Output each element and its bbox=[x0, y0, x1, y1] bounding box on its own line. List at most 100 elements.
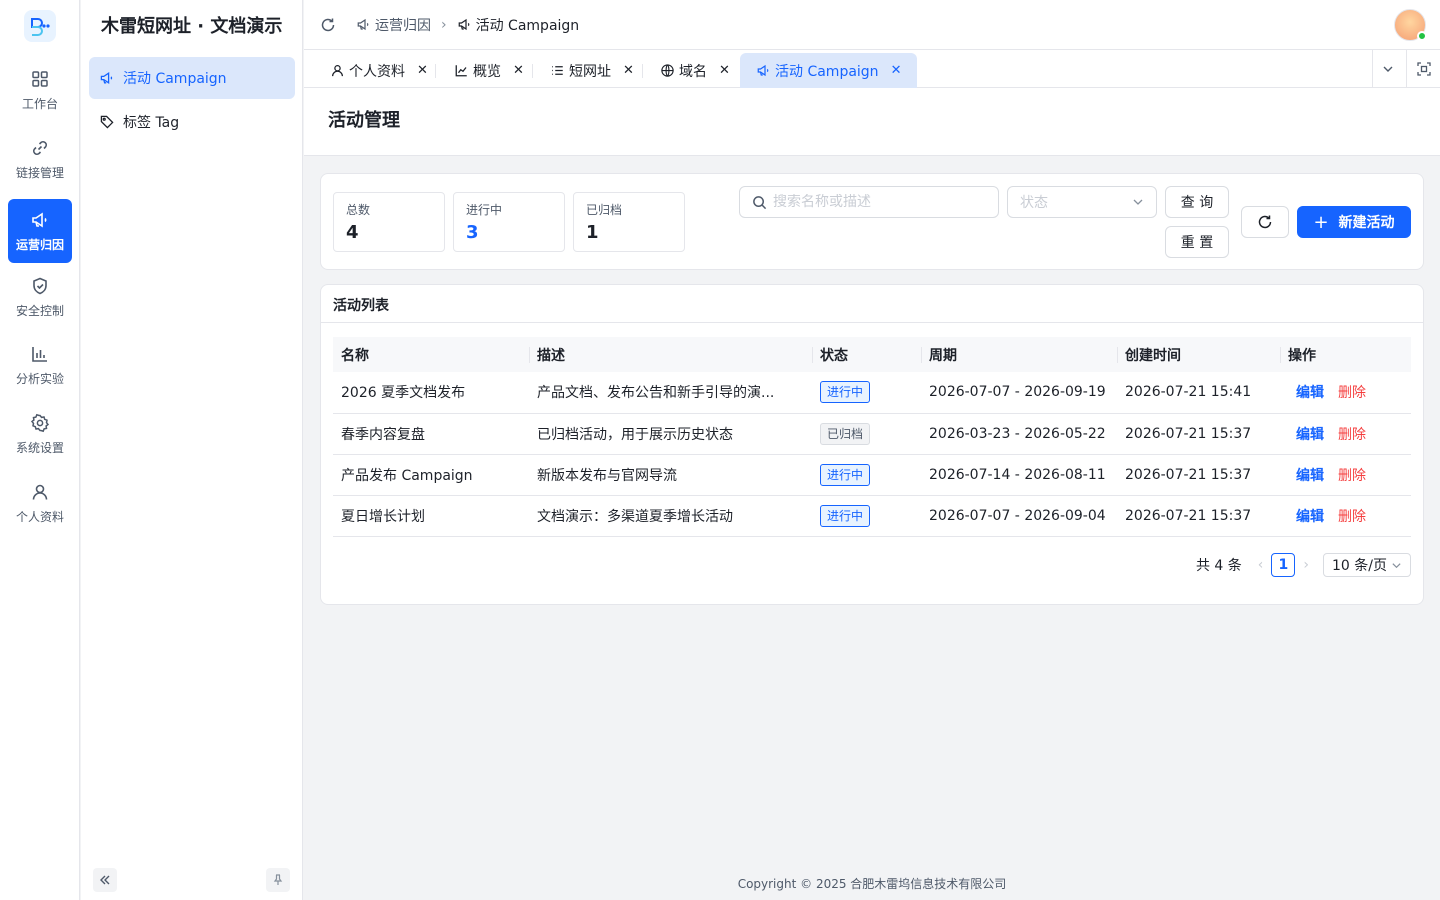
rail-item-settings[interactable]: 系统设置 bbox=[8, 402, 72, 466]
pagination-total: 共 4 条 bbox=[1195, 558, 1242, 574]
status-badge: 已归档 bbox=[820, 422, 871, 445]
table-row[interactable]: 夏日增长计划 文档演示：多渠道夏季增长活动 进行中 2026-07-07 - 2… bbox=[333, 495, 1411, 537]
megaphone-icon bbox=[458, 18, 469, 31]
column-header: 名称 bbox=[333, 337, 529, 372]
online-status-dot bbox=[1417, 31, 1427, 41]
cell-actions: 编辑 删除 bbox=[1280, 372, 1411, 414]
search-input[interactable] bbox=[773, 194, 983, 210]
refresh-list-button[interactable] bbox=[1241, 206, 1289, 238]
rail-item-label: 工作台 bbox=[21, 96, 58, 111]
tab-overview[interactable]: 概览 ✕ bbox=[438, 53, 540, 88]
table-row[interactable]: 春季内容复盘 已归档活动，用于展示历史状态 已归档 2026-03-23 - 2… bbox=[333, 413, 1411, 455]
list-icon bbox=[552, 66, 563, 75]
rail-item-attribution[interactable]: 运营归因 bbox=[8, 199, 72, 263]
stats-filter-card: 总数 4 进行中 3 已归档 1 状态 查 询 重 置 + 新建活动 bbox=[320, 173, 1424, 270]
submenu-item-tag[interactable]: 标签 Tag bbox=[89, 101, 295, 143]
fullscreen-button[interactable] bbox=[1406, 50, 1440, 88]
delete-button[interactable]: 删除 bbox=[1338, 385, 1366, 401]
table-header-row: 名称 描述 状态 周期 创建时间 操作 bbox=[333, 337, 1411, 372]
app-logo[interactable] bbox=[24, 10, 56, 42]
avatar[interactable] bbox=[1394, 9, 1427, 41]
cell-name: 产品发布 Campaign bbox=[333, 454, 529, 496]
table-row[interactable]: 产品发布 Campaign 新版本发布与官网导流 进行中 2026-07-14 … bbox=[333, 454, 1411, 496]
collapse-sidebar-button[interactable] bbox=[93, 868, 117, 892]
delete-button[interactable]: 删除 bbox=[1338, 427, 1366, 443]
rail-item-profile[interactable]: 个人资料 bbox=[8, 471, 72, 535]
tab-campaign[interactable]: 活动 Campaign ✕ bbox=[740, 53, 918, 88]
stat-label: 进行中 bbox=[466, 203, 503, 217]
submenu-item-label: 标签 Tag bbox=[123, 115, 180, 131]
tab-domains[interactable]: 域名 ✕ bbox=[644, 53, 746, 88]
stat-total: 总数 4 bbox=[333, 192, 445, 252]
tab-label: 个人资料 bbox=[349, 63, 405, 80]
status-select-placeholder: 状态 bbox=[1020, 195, 1048, 211]
megaphone-icon bbox=[32, 212, 47, 227]
fullscreen-icon bbox=[1416, 62, 1431, 76]
user-icon bbox=[331, 64, 344, 77]
rail-item-workbench[interactable]: 工作台 bbox=[8, 58, 72, 122]
close-icon[interactable]: ✕ bbox=[891, 63, 902, 78]
edit-button[interactable]: 编辑 bbox=[1296, 427, 1324, 443]
megaphone-icon bbox=[100, 72, 113, 84]
stat-value: 4 bbox=[346, 222, 359, 243]
chevron-down-icon bbox=[1392, 562, 1401, 568]
rail-item-analytics[interactable]: 分析实验 bbox=[8, 333, 72, 397]
close-icon[interactable]: ✕ bbox=[417, 63, 428, 78]
reset-button[interactable]: 重 置 bbox=[1165, 226, 1229, 258]
cell-actions: 编辑 删除 bbox=[1280, 454, 1411, 496]
page-size-select[interactable]: 10 条/页 bbox=[1323, 553, 1411, 577]
delete-button[interactable]: 删除 bbox=[1338, 509, 1366, 525]
edit-button[interactable]: 编辑 bbox=[1296, 509, 1324, 525]
tabs-more-button[interactable] bbox=[1372, 50, 1402, 88]
list-title: 活动列表 bbox=[333, 298, 389, 314]
edit-button[interactable]: 编辑 bbox=[1296, 468, 1324, 484]
tag-icon bbox=[100, 115, 114, 129]
cell-name: 春季内容复盘 bbox=[333, 413, 529, 455]
page-header: 活动管理 bbox=[304, 88, 1440, 156]
cell-period: 2026-03-23 - 2026-05-22 bbox=[921, 413, 1117, 455]
delete-button[interactable]: 删除 bbox=[1338, 468, 1366, 484]
cell-period: 2026-07-07 - 2026-09-04 bbox=[921, 495, 1117, 537]
refresh-icon[interactable] bbox=[320, 17, 336, 33]
stat-value: 3 bbox=[466, 222, 479, 243]
edit-button[interactable]: 编辑 bbox=[1296, 385, 1324, 401]
logo-icon bbox=[31, 18, 50, 36]
prev-page-icon[interactable]: ‹ bbox=[1258, 557, 1264, 573]
close-icon[interactable]: ✕ bbox=[513, 63, 524, 78]
submenu-item-label: 活动 Campaign bbox=[123, 71, 227, 87]
tab-label: 短网址 bbox=[569, 63, 611, 80]
tab-label: 域名 bbox=[679, 63, 707, 80]
gear-icon bbox=[30, 413, 50, 432]
breadcrumb-separator: › bbox=[441, 16, 447, 33]
rail-item-security[interactable]: 安全控制 bbox=[8, 265, 72, 329]
query-button[interactable]: 查 询 bbox=[1165, 186, 1229, 218]
column-header: 创建时间 bbox=[1117, 337, 1280, 372]
rail-item-links[interactable]: 链接管理 bbox=[8, 127, 72, 191]
close-icon[interactable]: ✕ bbox=[623, 63, 634, 78]
status-badge: 进行中 bbox=[820, 504, 871, 527]
page-number-current[interactable]: 1 bbox=[1271, 553, 1296, 577]
cell-period: 2026-07-14 - 2026-08-11 bbox=[921, 454, 1117, 496]
pin-sidebar-button[interactable] bbox=[266, 868, 290, 892]
page-title: 活动管理 bbox=[328, 110, 400, 131]
pagination: 共 4 条 ‹ 1 › 10 条/页 bbox=[1196, 553, 1411, 577]
close-icon[interactable]: ✕ bbox=[719, 63, 730, 78]
page-size-label: 10 条/页 bbox=[1332, 558, 1387, 574]
new-campaign-button[interactable]: + 新建活动 bbox=[1297, 206, 1411, 238]
link-icon bbox=[33, 140, 47, 155]
divider bbox=[321, 322, 1423, 323]
status-select[interactable]: 状态 bbox=[1007, 186, 1157, 218]
tab-profile[interactable]: 个人资料 ✕ bbox=[314, 53, 444, 88]
icon-rail: 工作台 链接管理 运营归因 安全控制 分析实验 系统设置 个人资料 bbox=[0, 0, 80, 900]
tab-divider bbox=[435, 64, 436, 78]
table-row[interactable]: 2026 夏季文档发布 产品文档、发布公告和新手引导的演... 进行中 2026… bbox=[333, 372, 1411, 414]
stat-label: 已归档 bbox=[586, 203, 623, 217]
next-page-icon[interactable]: › bbox=[1303, 557, 1309, 573]
breadcrumb-parent[interactable]: 运营归因 bbox=[375, 15, 431, 35]
submenu-item-campaign[interactable]: 活动 Campaign bbox=[89, 57, 295, 99]
tab-short-urls[interactable]: 短网址 ✕ bbox=[534, 53, 650, 88]
column-header: 周期 bbox=[921, 337, 1117, 372]
cell-name: 2026 夏季文档发布 bbox=[333, 372, 529, 414]
search-box[interactable] bbox=[739, 186, 999, 218]
column-header: 描述 bbox=[529, 337, 812, 372]
